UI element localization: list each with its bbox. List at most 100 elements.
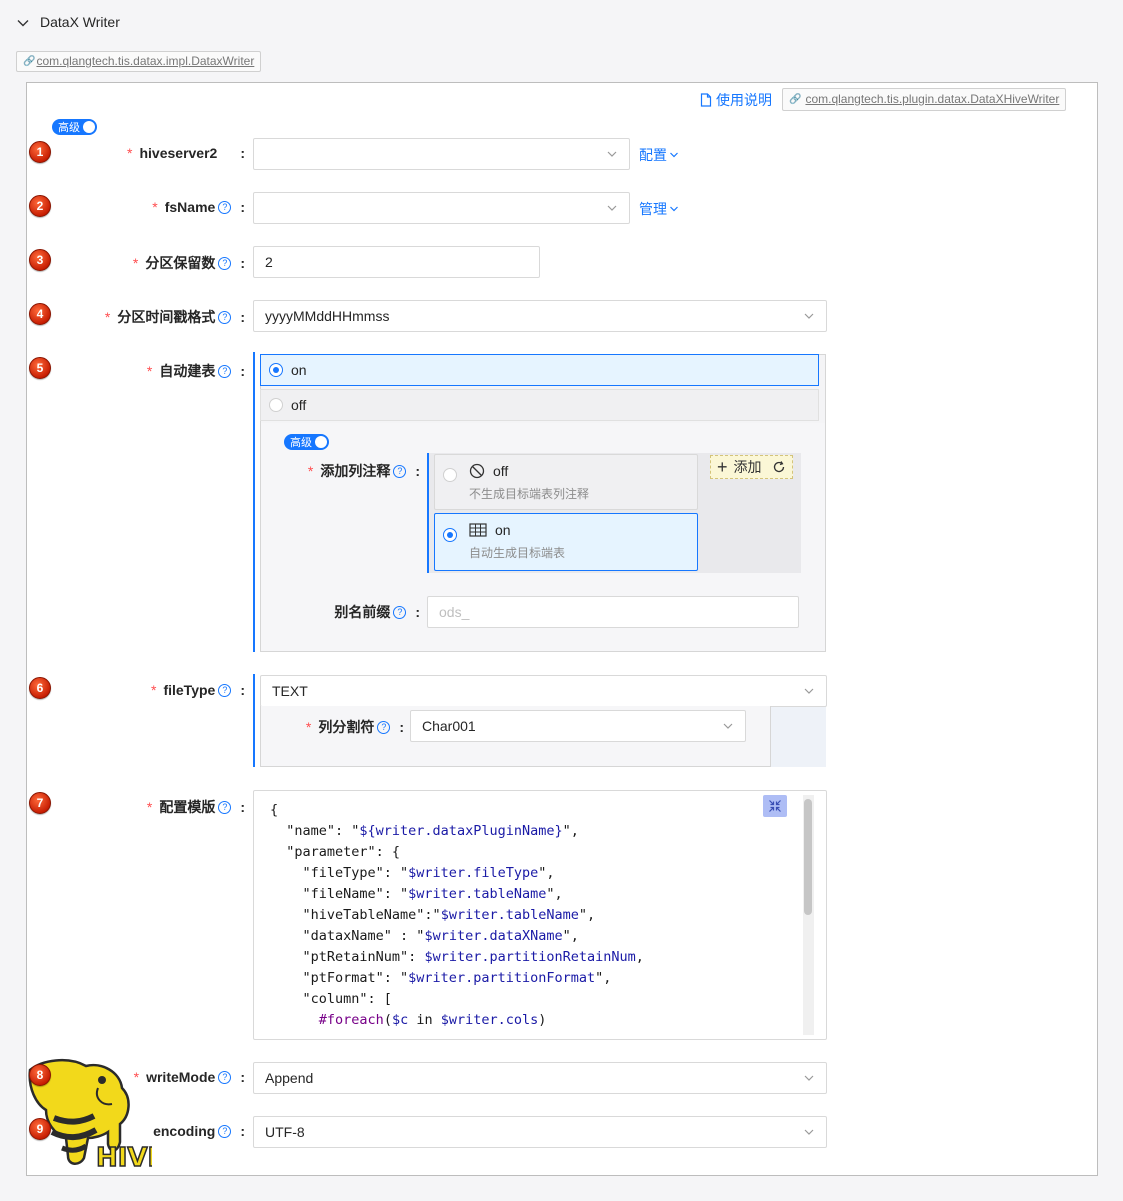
code-line: "dataxName" : "$writer.dataXName",: [270, 928, 579, 944]
help-question-icon[interactable]: ?: [218, 1070, 232, 1084]
manage-link-label[interactable]: 管理: [639, 199, 667, 219]
plugin-class-link[interactable]: com.qlangtech.tis.plugin.datax.DataXHive…: [805, 89, 1059, 110]
help-question-icon[interactable]: ?: [218, 200, 232, 214]
fsname-manage-link[interactable]: 管理: [639, 199, 679, 219]
plugin-class-tag[interactable]: 🔗 com.qlangtech.tis.plugin.datax.DataXHiv…: [782, 88, 1067, 111]
encoding-value: UTF-8: [265, 1124, 305, 1140]
chevron-down-icon: [607, 151, 617, 157]
code-line: "ptFormat": "$writer.partitionFormat",: [270, 970, 612, 986]
add-button[interactable]: + 添加: [710, 455, 793, 479]
step-badge-5: 5: [29, 357, 51, 379]
advanced-toggle-label: 高级: [58, 122, 80, 134]
hiveserver2-select[interactable]: [253, 138, 630, 170]
table-icon: [469, 523, 487, 537]
option-off-label: off: [291, 397, 307, 413]
help-question-icon[interactable]: ?: [218, 800, 232, 814]
help-question-icon[interactable]: ?: [393, 605, 407, 619]
encoding-select[interactable]: UTF-8: [253, 1116, 827, 1148]
chevron-down-icon: [804, 688, 814, 694]
toggle-knob: [315, 436, 327, 448]
encoding-label: encoding?:: [153, 1123, 245, 1139]
impl-class-link[interactable]: com.qlangtech.tis.datax.impl.DataxWriter: [36, 52, 254, 71]
link-icon: 🔗: [23, 56, 36, 67]
auto-create-label-text: 自动建表: [159, 363, 216, 379]
encoding-label-text: encoding: [153, 1123, 216, 1139]
config-link-label[interactable]: 配置: [639, 145, 667, 165]
collapse-chevron-icon[interactable]: [16, 16, 30, 30]
code-line: "fileName": "$writer.tableName",: [270, 886, 563, 902]
template-label: * 配置模版?:: [147, 797, 245, 817]
editor-scrollbar-thumb[interactable]: [804, 799, 812, 915]
alias-prefix-label: 别名前缀?:: [334, 602, 420, 622]
label-colon: :: [240, 255, 245, 271]
label-colon: :: [240, 682, 245, 698]
required-mark: *: [152, 199, 158, 215]
fsname-select[interactable]: [253, 192, 630, 224]
chevron-down-icon: [804, 313, 814, 319]
option-on-label: on: [291, 362, 307, 378]
code-line: "fileType": "$writer.fileType",: [270, 865, 555, 881]
partition-format-select[interactable]: yyyyMMddHHmmss: [253, 300, 827, 332]
code-line: #foreach($c in $writer.cols): [318, 1012, 547, 1028]
template-code[interactable]: { "name": "${writer.dataxPluginName}", "…: [270, 800, 644, 1031]
radio-selected-icon[interactable]: [443, 528, 457, 542]
radio-selected-icon[interactable]: [269, 363, 283, 377]
label-colon: :: [240, 799, 245, 815]
chevron-down-icon: [804, 1129, 814, 1135]
refresh-icon[interactable]: [772, 460, 786, 474]
fullscreen-button[interactable]: [763, 795, 787, 817]
collapse-arrows-icon: [769, 800, 781, 812]
comment-off-title: off: [493, 463, 509, 479]
comment-option-off-card[interactable]: off 不生成目标端表列注释: [434, 454, 698, 510]
required-mark: *: [305, 719, 312, 735]
code-line: "column": [: [270, 991, 392, 1007]
comment-off-desc: 不生成目标端表列注释: [469, 487, 590, 501]
help-question-icon[interactable]: ?: [393, 464, 407, 478]
label-colon: :: [415, 463, 420, 479]
group-indicator: [253, 674, 255, 767]
help-label[interactable]: 使用说明: [716, 90, 772, 110]
help-link[interactable]: 使用说明: [700, 90, 772, 110]
step-badge-8: 8: [29, 1064, 51, 1086]
auto-create-option-on[interactable]: on: [260, 354, 819, 386]
writemode-value: Append: [265, 1070, 314, 1086]
comment-option-on-card[interactable]: on 自动生成目标端表: [434, 513, 698, 571]
advanced-toggle-sub[interactable]: 高级: [284, 434, 329, 450]
separator-label-text: 列分割符: [318, 719, 375, 735]
advanced-toggle[interactable]: 高级: [52, 119, 97, 135]
label-colon: :: [240, 199, 245, 215]
impl-class-tag[interactable]: 🔗 com.qlangtech.tis.datax.impl.DataxWrite…: [16, 51, 262, 72]
toggle-knob: [83, 121, 95, 133]
help-question-icon[interactable]: ?: [218, 364, 232, 378]
help-question-icon[interactable]: ?: [377, 720, 391, 734]
document-icon: [700, 93, 712, 107]
chevron-down-icon: [723, 723, 733, 729]
alias-prefix-input[interactable]: ods_: [427, 596, 799, 628]
writemode-label: * writeMode?:: [134, 1069, 245, 1085]
partition-retain-input[interactable]: 2: [253, 246, 540, 278]
radio-unselected-icon[interactable]: [269, 398, 283, 412]
help-question-icon[interactable]: ?: [218, 256, 232, 270]
hiveserver2-config-link[interactable]: 配置: [639, 145, 679, 165]
required-mark: *: [151, 682, 157, 698]
template-code-editor[interactable]: { "name": "${writer.dataxPluginName}", "…: [253, 790, 827, 1040]
step-badge-9: 9: [29, 1118, 51, 1140]
help-question-icon[interactable]: ?: [218, 683, 232, 697]
template-label-text: 配置模版: [159, 799, 216, 815]
filetype-select[interactable]: TEXT: [260, 675, 827, 707]
partition-retain-label-text: 分区保留数: [145, 255, 216, 271]
partition-retain-label: * 分区保留数?:: [133, 253, 245, 273]
alias-prefix-label-text: 别名前缀: [334, 604, 391, 620]
radio-unselected-icon[interactable]: [443, 468, 457, 482]
help-question-icon[interactable]: ?: [218, 1124, 232, 1138]
writemode-select[interactable]: Append: [253, 1062, 827, 1094]
help-question-icon[interactable]: ?: [218, 310, 232, 324]
label-colon: :: [240, 363, 245, 379]
comment-on-title: on: [495, 522, 511, 538]
auto-create-option-off[interactable]: off: [260, 389, 819, 421]
fsname-label: * fsName?:: [152, 199, 245, 215]
separator-select[interactable]: Char001: [410, 710, 746, 742]
required-mark: *: [104, 309, 111, 325]
label-colon: :: [415, 604, 420, 620]
label-colon: :: [399, 719, 404, 735]
